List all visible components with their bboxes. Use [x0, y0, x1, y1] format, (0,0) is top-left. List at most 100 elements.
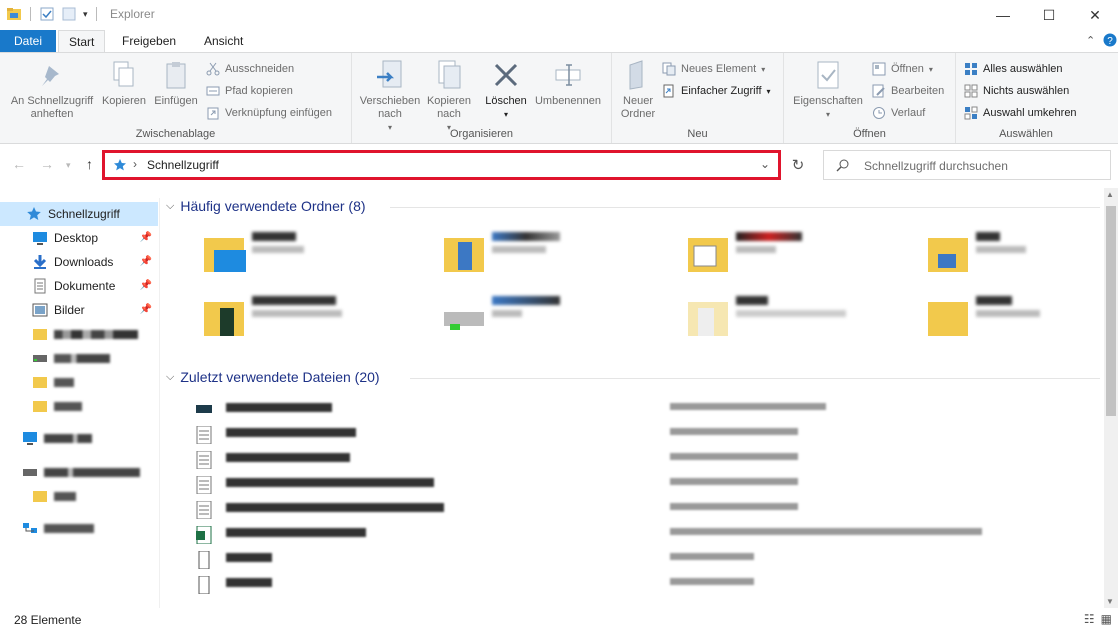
folder-tile[interactable]	[200, 296, 400, 352]
nav-item-desktop[interactable]: Desktop 📌	[0, 226, 158, 250]
breadcrumb-chevron-icon[interactable]: ›	[133, 157, 137, 171]
address-bar[interactable]: › Schnellzugriff ⌄	[102, 150, 781, 180]
copy-icon	[113, 61, 134, 87]
item-count: 28 Elemente	[14, 613, 82, 627]
section-recent-files[interactable]: ⌵ Zuletzt verwendete Dateien (20)	[166, 369, 380, 385]
edit-label: Bearbeiten	[891, 85, 945, 97]
close-button[interactable]: ✕	[1072, 0, 1118, 30]
tab-freigeben[interactable]: Freigeben	[112, 30, 186, 52]
address-path[interactable]: Schnellzugriff	[147, 158, 219, 172]
history-button[interactable]: Verlauf	[872, 106, 925, 120]
refresh-button[interactable]: ↻	[786, 150, 810, 180]
scroll-thumb[interactable]	[1106, 206, 1116, 416]
nav-item-schnellzugriff[interactable]: Schnellzugriff	[0, 202, 158, 226]
group-open: Eigenschaften ▾ Öffnen ▾ Bearbeiten Verl…	[784, 53, 956, 143]
recent-locations-chevron-icon[interactable]: ▾	[66, 160, 71, 171]
scroll-up-icon[interactable]: ▲	[1106, 190, 1114, 199]
properties-button[interactable]: Eigenschaften ▾	[790, 59, 866, 121]
up-arrow-icon[interactable]: ↑	[86, 156, 93, 172]
qat-dropdown-icon[interactable]: ▾	[83, 9, 88, 20]
cut-button[interactable]: Ausschneiden	[206, 62, 294, 76]
nav-item-dokumente[interactable]: Dokumente 📌	[0, 274, 158, 298]
collapse-chevron-icon[interactable]: ⌵	[166, 371, 174, 384]
help-icon[interactable]: ?	[1103, 33, 1117, 47]
edit-button[interactable]: Bearbeiten	[872, 84, 944, 98]
copy-path-button[interactable]: Pfad kopieren	[206, 84, 293, 98]
obscured-filename	[226, 478, 434, 487]
forward-arrow-icon[interactable]: →	[40, 156, 54, 172]
list-item[interactable]	[190, 450, 1090, 470]
history-icon	[873, 107, 885, 119]
folder-tile[interactable]	[924, 296, 1118, 352]
tab-ansicht[interactable]: Ansicht	[194, 30, 253, 52]
folder-tile[interactable]	[440, 296, 640, 352]
section-frequent-folders[interactable]: ⌵ Häufig verwendete Ordner (8)	[166, 198, 366, 214]
copy-to-button[interactable]: Kopieren nach ▾	[424, 59, 474, 134]
folder-tile[interactable]	[684, 296, 884, 352]
select-none-button[interactable]: Nichts auswählen	[964, 84, 1069, 98]
paste-button[interactable]: Einfügen	[150, 59, 202, 108]
nav-item-folder[interactable]	[0, 394, 158, 418]
list-item[interactable]	[190, 525, 1090, 545]
list-item[interactable]	[190, 500, 1090, 520]
nav-item-downloads[interactable]: Downloads 📌	[0, 250, 158, 274]
list-item[interactable]	[190, 425, 1090, 445]
move-to-button[interactable]: Verschieben nach ▾	[356, 59, 424, 134]
tab-start[interactable]: Start	[58, 30, 106, 53]
window-title: Explorer	[110, 7, 155, 21]
obscured-label	[252, 296, 336, 305]
move-to-label-2: nach	[378, 108, 402, 120]
nav-item-network[interactable]	[0, 516, 158, 540]
drive-icon	[33, 355, 47, 362]
maximize-button[interactable]: ☐	[1026, 0, 1072, 30]
folder-tile[interactable]	[440, 232, 640, 288]
list-item[interactable]	[190, 400, 1090, 420]
open-button[interactable]: Öffnen ▾	[872, 62, 933, 76]
nav-item-folder[interactable]	[0, 322, 158, 346]
nav-item-bilder[interactable]: Bilder 📌	[0, 298, 158, 322]
nav-item-folder[interactable]	[0, 484, 158, 508]
folder-icon	[444, 238, 484, 272]
nav-item-this-pc[interactable]	[0, 426, 158, 450]
search-box[interactable]: Schnellzugriff durchsuchen	[823, 150, 1111, 180]
section-divider	[410, 378, 1100, 379]
paste-shortcut-button[interactable]: Verknüpfung einfügen	[206, 106, 332, 120]
group-select-label: Auswählen	[999, 128, 1053, 140]
nav-item-drive[interactable]	[0, 346, 158, 370]
list-item[interactable]	[190, 475, 1090, 495]
list-item[interactable]	[190, 575, 1090, 595]
new-folder-button[interactable]: Neuer Ordner	[616, 59, 660, 121]
nav-item-label: Schnellzugriff	[48, 207, 120, 221]
folder-tile[interactable]	[684, 232, 884, 288]
nav-item-usb-drive[interactable]	[0, 460, 158, 484]
easy-access-button[interactable]: Einfacher Zugriff ▾	[662, 84, 771, 98]
delete-button[interactable]: Löschen ▾	[480, 59, 532, 121]
ribbon-collapse-icon[interactable]: ⌃	[1086, 34, 1095, 47]
scroll-down-icon[interactable]: ▼	[1106, 597, 1114, 606]
back-arrow-icon[interactable]: ←	[12, 156, 26, 172]
rename-button[interactable]: Umbenennen	[532, 59, 604, 108]
obscured-label	[492, 232, 560, 241]
new-item-button[interactable]: Neues Element ▾	[662, 62, 765, 76]
details-view-icon[interactable]: ☷	[1084, 612, 1095, 626]
open-label: Öffnen	[891, 63, 924, 75]
folder-tile[interactable]	[200, 232, 400, 288]
nav-item-folder[interactable]	[0, 370, 158, 394]
group-organize-label: Organisieren	[450, 128, 513, 140]
collapse-chevron-icon[interactable]: ⌵	[166, 200, 174, 213]
copy-button[interactable]: Kopieren	[100, 59, 148, 108]
folder-tile[interactable]	[924, 232, 1118, 288]
select-all-button[interactable]: Alles auswählen	[964, 62, 1063, 76]
minimize-button[interactable]: —	[980, 0, 1026, 30]
pin-quick-access-button[interactable]: An Schnellzugriff anheften	[6, 59, 98, 121]
tiles-view-icon[interactable]: ▦	[1101, 612, 1112, 626]
invert-selection-label: Auswahl umkehren	[983, 107, 1077, 119]
address-dropdown-icon[interactable]: ⌄	[760, 157, 770, 171]
search-placeholder[interactable]: Schnellzugriff durchsuchen	[864, 159, 1008, 173]
properties-icon[interactable]	[39, 6, 55, 22]
new-folder-icon[interactable]	[61, 6, 77, 22]
vertical-scrollbar[interactable]: ▲ ▼	[1104, 188, 1118, 608]
invert-selection-button[interactable]: Auswahl umkehren	[964, 106, 1077, 120]
list-item[interactable]	[190, 550, 1090, 570]
tab-datei[interactable]: Datei	[0, 30, 56, 52]
